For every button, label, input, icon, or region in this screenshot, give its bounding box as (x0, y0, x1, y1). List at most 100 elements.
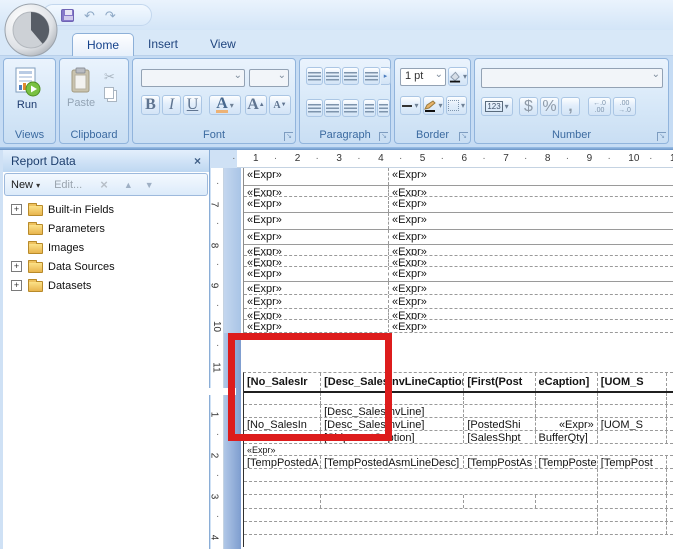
table-cell[interactable]: BufferQty] (534, 431, 597, 443)
header-cell[interactable]: eCaption] (534, 373, 597, 391)
table-cell[interactable] (596, 495, 666, 508)
shrink-font-button[interactable]: A ▼ (269, 95, 291, 115)
tab-insert[interactable]: Insert (134, 33, 192, 56)
tab-home[interactable]: Home (72, 33, 135, 56)
tree-item-data-sources[interactable]: + Data Sources (3, 257, 209, 276)
expr-textbox[interactable]: «Expr» (388, 245, 673, 255)
table-cell[interactable] (666, 522, 673, 534)
expr-textbox[interactable]: «Expr» (388, 197, 673, 212)
undo-icon[interactable]: ↶ (84, 9, 95, 22)
tree-item-images[interactable]: Images (3, 238, 209, 257)
number-dialog-launcher[interactable]: ↘ (657, 132, 666, 141)
expr-textbox[interactable]: «Expr» (244, 245, 388, 255)
table-cell[interactable] (463, 393, 534, 404)
expr-textbox[interactable]: «Expr» (244, 320, 388, 332)
table-cell[interactable]: [TempPostedAsmLineDesc] (320, 456, 463, 468)
font-name-combobox[interactable] (141, 69, 245, 87)
expr-textbox[interactable]: «Expr» (244, 267, 388, 281)
table-cell[interactable] (463, 495, 534, 508)
font-dialog-launcher[interactable]: ↘ (284, 132, 293, 141)
expr-textbox[interactable]: «Expr» (244, 282, 388, 294)
table-cell[interactable] (534, 405, 597, 417)
table-cell[interactable]: [TempPostAs (463, 456, 534, 468)
italic-button[interactable]: I (162, 95, 181, 115)
grow-font-button[interactable]: A ▲ (245, 95, 267, 115)
expr-textbox[interactable]: «Expr» (388, 168, 673, 185)
run-button[interactable]: Run (13, 67, 41, 111)
tree-item-built-in-fields[interactable]: + Built-in Fields (3, 200, 209, 219)
expr-textbox[interactable]: «Expr» (388, 186, 673, 196)
line-style-button[interactable]: ▾ (400, 96, 421, 115)
expr-textbox[interactable]: «Expr» (388, 267, 673, 281)
tree-item-datasets[interactable]: + Datasets (3, 276, 209, 295)
align-bottom-button[interactable] (342, 67, 359, 85)
decrease-indent-button[interactable] (363, 67, 380, 85)
decrease-decimals-button[interactable]: .00 →.0 (613, 97, 636, 116)
table-cell[interactable] (596, 522, 666, 534)
table-cell[interactable] (666, 469, 673, 481)
underline-button[interactable]: U (183, 95, 202, 115)
move-down-icon[interactable]: ▼ (145, 180, 154, 190)
expr-textbox[interactable]: «Expr» (388, 309, 673, 319)
table-cell[interactable] (463, 405, 534, 417)
tab-view[interactable]: View (196, 33, 250, 56)
save-icon[interactable] (61, 8, 74, 22)
borders-button[interactable]: ▾ (446, 96, 467, 115)
header-cell[interactable] (666, 373, 673, 391)
application-button[interactable] (3, 2, 59, 58)
table-cell[interactable] (244, 535, 673, 547)
expr-textbox[interactable]: «Expr» (244, 444, 673, 455)
table-cell[interactable]: [TempPosted (534, 456, 597, 468)
border-dialog-launcher[interactable]: ↘ (459, 132, 468, 141)
expr-textbox[interactable]: «Expr» (388, 320, 673, 332)
table-cell[interactable] (320, 495, 463, 508)
table-cell[interactable] (244, 509, 597, 521)
table-cell[interactable] (596, 469, 666, 481)
table-cell[interactable] (666, 431, 673, 443)
expr-textbox[interactable]: «Expr» (244, 213, 388, 229)
move-up-icon[interactable]: ▲ (124, 180, 133, 190)
table-cell[interactable] (244, 482, 597, 494)
comma-button[interactable]: , (561, 97, 580, 116)
font-color-button[interactable]: A ▾ (209, 95, 241, 115)
new-button[interactable]: New ▾ (11, 179, 40, 191)
number-format-combobox[interactable] (481, 68, 663, 88)
align-top-button[interactable] (306, 67, 323, 85)
align-right-button[interactable] (342, 99, 359, 117)
table-cell[interactable]: [SalesShpt (463, 431, 534, 443)
bullet-list-button[interactable] (363, 99, 376, 117)
expr-textbox[interactable]: «Expr» (244, 295, 388, 308)
expand-icon[interactable]: + (11, 280, 22, 291)
bold-button[interactable]: B (141, 95, 160, 115)
expr-textbox[interactable]: «Expr» (388, 282, 673, 294)
expr-textbox[interactable]: «Expr» (388, 256, 673, 266)
table-cell[interactable] (666, 456, 673, 468)
fill-color-button[interactable]: ▾ (448, 67, 468, 86)
table-cell[interactable] (666, 405, 673, 417)
align-left-button[interactable] (306, 99, 323, 117)
delete-icon[interactable]: × (100, 177, 108, 192)
table-cell[interactable] (534, 393, 597, 404)
table-cell[interactable]: [UOM_S (596, 418, 666, 430)
expr-textbox[interactable]: «Expr» (244, 230, 388, 244)
expr-textbox[interactable]: «Expr» (244, 309, 388, 319)
increase-decimals-button[interactable]: ←.0.00 (588, 97, 611, 116)
table-cell[interactable] (596, 405, 666, 417)
table-cell[interactable] (244, 522, 597, 534)
number-format-button[interactable]: 123 ▾ (481, 97, 513, 116)
table-cell[interactable] (666, 495, 673, 508)
table-cell[interactable] (596, 393, 666, 404)
font-size-combobox[interactable] (249, 69, 289, 87)
table-cell[interactable]: [PostedShi (463, 418, 534, 430)
cut-button[interactable]: ✂ (104, 69, 115, 85)
align-middle-button[interactable] (324, 67, 341, 85)
expr-textbox[interactable]: «Expr» (244, 256, 388, 266)
table-cell[interactable]: [TempPostedA (244, 456, 320, 468)
close-icon[interactable]: × (194, 154, 201, 168)
tree-item-parameters[interactable]: Parameters (3, 219, 209, 238)
align-center-button[interactable] (324, 99, 341, 117)
table-cell[interactable] (666, 482, 673, 494)
expr-textbox[interactable]: «Expr» (388, 230, 673, 244)
table-cell[interactable] (666, 509, 673, 521)
edit-button[interactable]: Edit... (54, 179, 82, 191)
